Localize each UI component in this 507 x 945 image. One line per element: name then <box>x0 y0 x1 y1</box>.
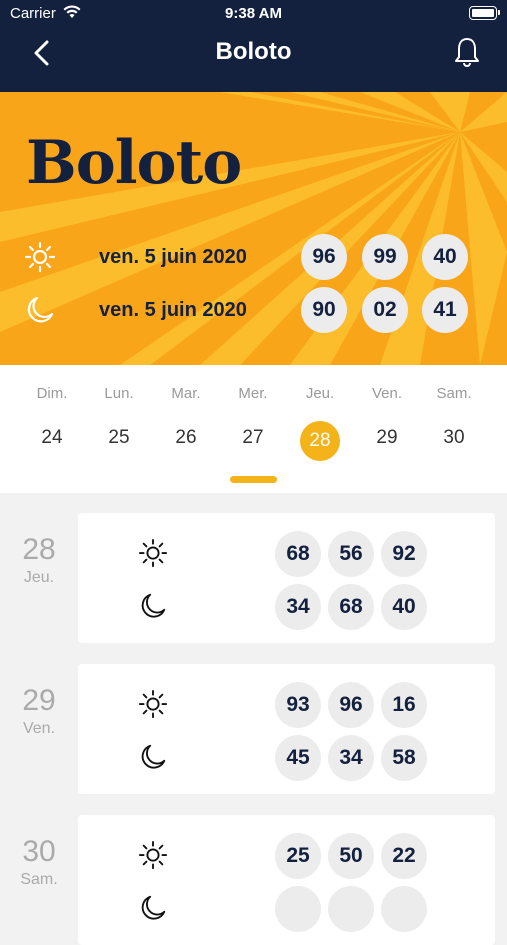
day-name: Mer. <box>238 385 268 402</box>
number-ball: 96 <box>328 682 374 728</box>
day-number: 26 <box>175 427 197 448</box>
moon-icon <box>141 744 166 769</box>
week-selector: Dim. 24 Lun. 25 Mar. 26 Mer. 27 Jeu. 28 … <box>0 365 507 493</box>
selected-day-number: 28 <box>300 421 340 461</box>
number-ball: 40 <box>381 584 427 630</box>
moon-icon <box>141 895 166 920</box>
number-ball: 93 <box>275 682 321 728</box>
number-ball: 92 <box>381 531 427 577</box>
number-ball: 25 <box>275 833 321 879</box>
day-name: Jeu. <box>305 385 335 402</box>
status-time: 9:38 AM <box>225 5 282 22</box>
day-name: Mar. <box>171 385 201 402</box>
result-day-number: 28 <box>22 533 56 566</box>
number-ball: 34 <box>328 735 374 781</box>
day-name: Sam. <box>436 385 472 402</box>
result-card: 68 56 92 34 68 40 <box>78 513 495 643</box>
result-card: 93 96 16 45 34 58 <box>78 664 495 794</box>
result-card: 25 50 22 <box>78 815 495 945</box>
sun-icon <box>138 689 168 719</box>
list-item[interactable]: 29 Ven. 93 96 16 45 34 58 <box>0 664 507 794</box>
bell-icon[interactable] <box>453 36 481 68</box>
battery-icon <box>469 6 500 20</box>
result-day-label: Sam. <box>20 871 58 888</box>
sun-icon <box>138 840 168 870</box>
number-ball: 68 <box>328 584 374 630</box>
number-ball: 68 <box>275 531 321 577</box>
day-number: 24 <box>41 427 63 448</box>
number-ball: 56 <box>328 531 374 577</box>
page-title: Boloto <box>215 38 292 65</box>
boloto-logo: Boloto <box>26 128 242 198</box>
number-ball: 45 <box>275 735 321 781</box>
sun-icon <box>24 241 56 273</box>
number-ball <box>381 886 427 932</box>
draw-row-moon: ven. 5 juin 2020 90 02 41 <box>0 285 507 335</box>
sun-icon <box>138 538 168 568</box>
day-number: 30 <box>443 427 465 448</box>
day-number: 29 <box>376 427 398 448</box>
draw-date: ven. 5 juin 2020 <box>99 299 247 321</box>
number-ball: 22 <box>381 833 427 879</box>
number-ball: 02 <box>362 287 408 333</box>
list-item[interactable]: 30 Sam. 25 50 22 <box>0 815 507 945</box>
results-list: 28 Jeu. 68 56 92 34 68 40 29 Ven. 93 96 … <box>0 493 507 945</box>
latest-draw-banner: Boloto ven. 5 juin 2020 96 99 40 ven. 5 … <box>0 92 507 365</box>
number-ball: 99 <box>362 234 408 280</box>
moon-icon <box>141 593 166 618</box>
day-name: Dim. <box>36 385 68 402</box>
list-item[interactable]: 28 Jeu. 68 56 92 34 68 40 <box>0 513 507 643</box>
number-ball <box>328 886 374 932</box>
number-ball: 41 <box>422 287 468 333</box>
number-ball: 90 <box>301 287 347 333</box>
selected-day-indicator <box>230 476 277 483</box>
number-ball: 96 <box>301 234 347 280</box>
day-number: 25 <box>108 427 130 448</box>
number-ball <box>275 886 321 932</box>
number-ball: 34 <box>275 584 321 630</box>
result-day-number: 30 <box>22 835 56 868</box>
day-name: Ven. <box>371 385 403 402</box>
number-ball: 50 <box>328 833 374 879</box>
result-day-label: Jeu. <box>23 569 55 586</box>
draw-row-sun: ven. 5 juin 2020 96 99 40 <box>0 232 507 282</box>
status-bar: Carrier 9:38 AM <box>0 0 507 28</box>
day-number: 27 <box>242 427 264 448</box>
number-ball: 58 <box>381 735 427 781</box>
draw-date: ven. 5 juin 2020 <box>99 246 247 268</box>
result-day-number: 29 <box>22 684 56 717</box>
day-name: Lun. <box>104 385 134 402</box>
moon-icon <box>27 296 54 323</box>
result-day-label: Ven. <box>22 720 56 737</box>
number-ball: 40 <box>422 234 468 280</box>
number-ball: 16 <box>381 682 427 728</box>
navigation-bar: Boloto <box>0 28 507 92</box>
